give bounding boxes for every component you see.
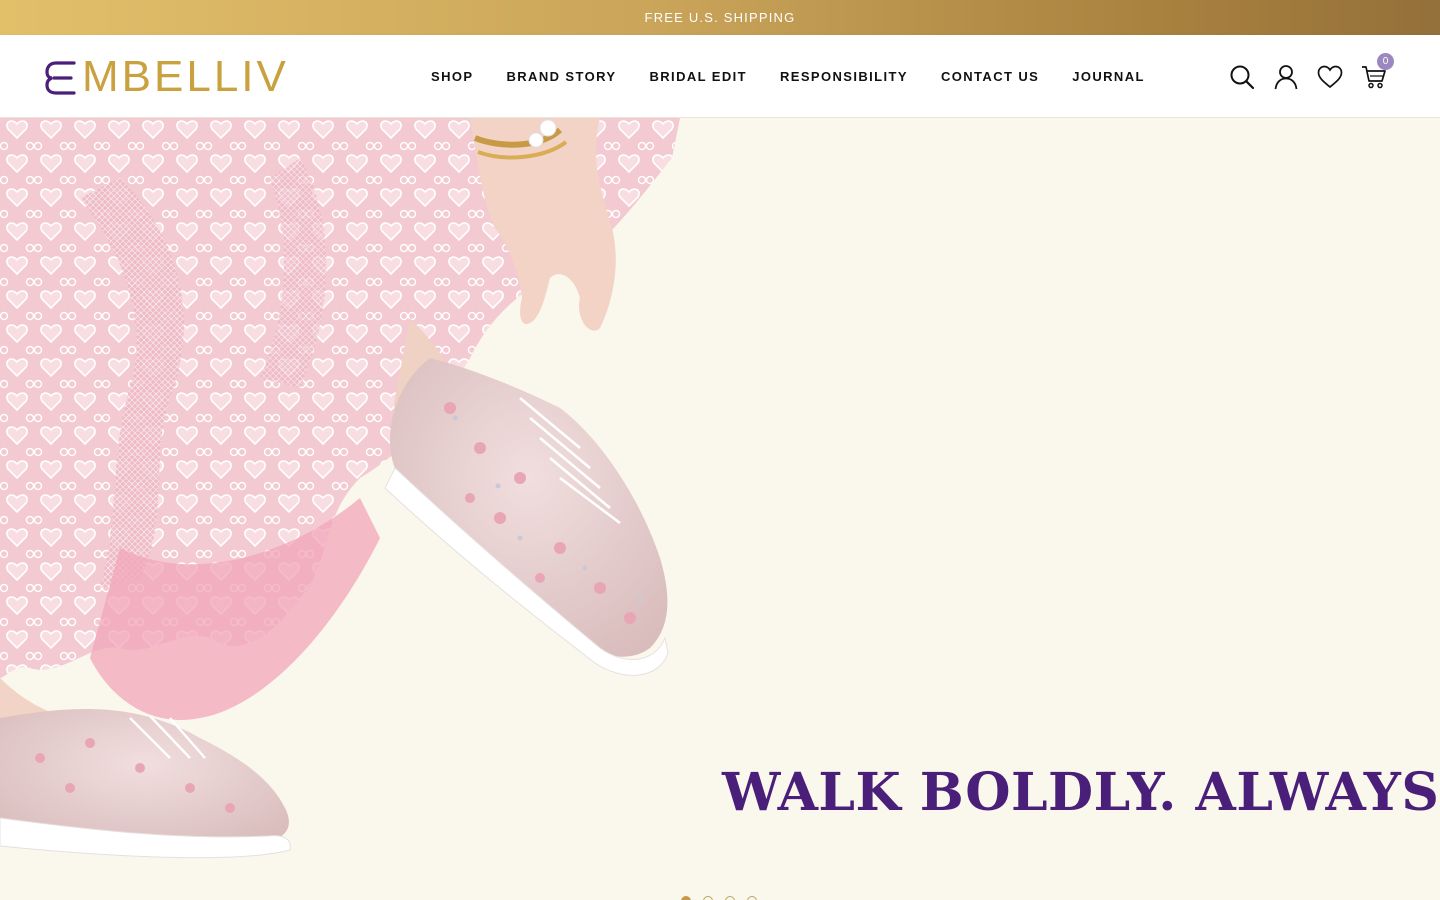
user-icon: [1274, 64, 1298, 89]
cart-count-badge: 0: [1377, 52, 1394, 70]
nav-responsibility[interactable]: RESPONSIBILITY: [780, 69, 908, 84]
account-button[interactable]: [1272, 63, 1300, 91]
announcement-text: FREE U.S. SHIPPING: [644, 10, 796, 25]
nav-journal[interactable]: JOURNAL: [1072, 69, 1145, 84]
hero-headline: WALK BOLDLY. ALWAYS.: [722, 762, 1440, 823]
cart-button[interactable]: 0: [1360, 52, 1394, 91]
e-monogram-icon: [45, 61, 76, 95]
wishlist-button[interactable]: [1316, 63, 1344, 91]
nav-shop[interactable]: SHOP: [431, 69, 473, 84]
search-icon: [1230, 65, 1255, 89]
brand-logo[interactable]: MBELLIV: [44, 52, 289, 101]
slider-dot-4[interactable]: [747, 896, 757, 900]
heart-icon: [1317, 65, 1343, 88]
hero-banner[interactable]: WALK BOLDLY. ALWAYS.: [0, 118, 1440, 900]
announcement-bar: FREE U.S. SHIPPING: [0, 0, 1440, 35]
hero-product-image: [0, 118, 680, 859]
nav-contact-us[interactable]: CONTACT US: [941, 69, 1039, 84]
header-icons: 0: [1228, 35, 1394, 118]
site-header: MBELLIV SHOP BRAND STORY BRIDAL EDIT RES…: [0, 35, 1440, 118]
nav-bridal-edit[interactable]: BRIDAL EDIT: [649, 69, 747, 84]
search-button[interactable]: [1228, 63, 1256, 91]
slider-dot-1[interactable]: [681, 896, 691, 900]
main-nav: SHOP BRAND STORY BRIDAL EDIT RESPONSIBIL…: [431, 35, 1145, 118]
slider-dots: [681, 896, 769, 900]
brand-wordmark: MBELLIV: [82, 52, 289, 101]
nav-brand-story[interactable]: BRAND STORY: [506, 69, 616, 84]
slider-dot-3[interactable]: [725, 896, 735, 900]
slider-dot-2[interactable]: [703, 896, 713, 900]
